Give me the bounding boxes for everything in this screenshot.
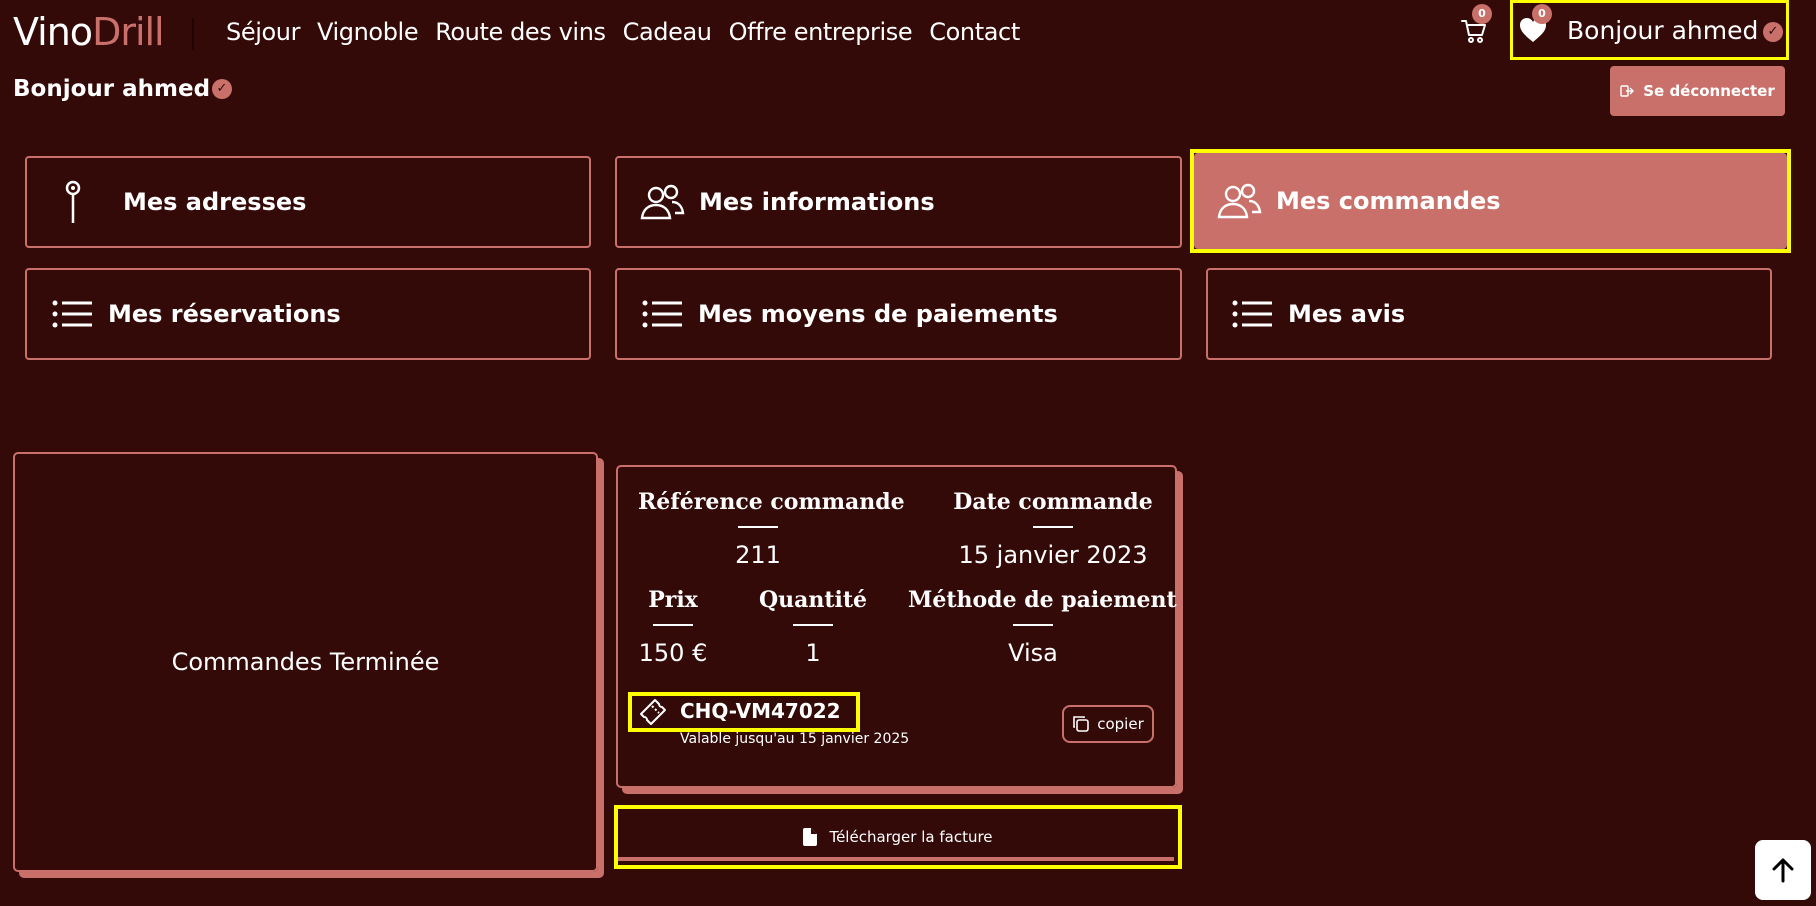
completed-orders-panel: Commandes Terminée	[13, 452, 598, 872]
wishlist-count-badge: 0	[1532, 4, 1552, 24]
divider	[1013, 624, 1053, 626]
site-logo[interactable]: VinoDrill	[13, 10, 165, 54]
list-icon	[52, 300, 92, 328]
divider	[738, 526, 778, 528]
order-date-value: 15 janvier 2023	[958, 541, 1148, 569]
nav-sejour[interactable]: Séjour	[226, 14, 300, 50]
divider	[1033, 526, 1073, 528]
file-icon	[803, 828, 818, 846]
tile-mes-commandes[interactable]: Mes commandes	[1194, 153, 1787, 249]
coupon-code[interactable]: CHQ-VM47022	[680, 697, 841, 725]
ticket-icon	[638, 697, 668, 727]
nav-vignoble[interactable]: Vignoble	[317, 14, 419, 50]
logout-button[interactable]: Se déconnecter	[1610, 66, 1785, 116]
order-ref-label: Référence commande	[638, 489, 905, 515]
arrow-up-icon	[1772, 858, 1794, 883]
header-greeting: Bonjour ahmed	[1567, 16, 1759, 45]
nav-cadeau[interactable]: Cadeau	[623, 14, 712, 50]
tile-mes-reservations[interactable]: Mes réservations	[25, 268, 591, 360]
tile-label: Mes moyens de paiements	[698, 300, 1058, 328]
tile-label: Mes informations	[699, 188, 935, 216]
tile-label: Mes adresses	[123, 188, 307, 216]
users-icon	[640, 184, 685, 220]
logo-part-vino: Vino	[13, 10, 93, 54]
completed-orders-label: Commandes Terminée	[171, 648, 440, 676]
user-menu[interactable]: Bonjour ahmed	[1567, 14, 1758, 48]
order-date-label: Date commande	[953, 489, 1153, 515]
list-icon	[1232, 300, 1272, 328]
order-method-value: Visa	[1008, 639, 1058, 667]
verified-icon: ✓	[212, 79, 232, 99]
order-qty-value: 1	[805, 639, 821, 667]
order-method-label: Méthode de paiement	[908, 587, 1177, 613]
nav-route-des-vins[interactable]: Route des vins	[435, 14, 606, 50]
verified-icon: ✓	[1763, 22, 1783, 42]
divider	[793, 624, 833, 626]
order-price-label: Prix	[648, 587, 698, 613]
pin-icon	[65, 180, 81, 223]
list-icon	[642, 300, 682, 328]
main-nav: Séjour Vignoble Route des vins Cadeau Of…	[226, 14, 1020, 50]
copy-label: copier	[1097, 715, 1144, 733]
header-divider	[192, 18, 194, 50]
logout-label: Se déconnecter	[1643, 82, 1775, 100]
logout-icon	[1620, 85, 1635, 97]
divider	[653, 624, 693, 626]
tile-mes-avis[interactable]: Mes avis	[1206, 268, 1772, 360]
download-invoice-button[interactable]: Télécharger la facture	[614, 805, 1182, 869]
copy-button[interactable]: copier	[1062, 705, 1154, 743]
copy-icon	[1073, 716, 1090, 732]
order-price-value: 150 €	[638, 639, 708, 667]
users-icon	[1217, 183, 1262, 219]
order-ref-value: 211	[735, 541, 781, 569]
account-greeting: Bonjour ahmed	[13, 76, 211, 102]
tile-mes-moyens-de-paiements[interactable]: Mes moyens de paiements	[615, 268, 1182, 360]
logo-part-drill: Drill	[92, 10, 165, 54]
order-qty-label: Quantité	[758, 587, 868, 613]
tile-mes-informations[interactable]: Mes informations	[615, 156, 1182, 248]
nav-offre-entreprise[interactable]: Offre entreprise	[729, 14, 913, 50]
tile-label: Mes réservations	[108, 300, 341, 328]
tile-label: Mes avis	[1288, 300, 1406, 328]
tile-label: Mes commandes	[1276, 187, 1501, 215]
download-invoice-label: Télécharger la facture	[829, 828, 993, 846]
tile-mes-adresses[interactable]: Mes adresses	[25, 156, 591, 248]
nav-contact[interactable]: Contact	[929, 14, 1020, 50]
cart-count-badge: 0	[1472, 4, 1492, 24]
coupon-validity: Valable jusqu'au 15 janvier 2025	[680, 731, 910, 747]
scroll-to-top-button[interactable]	[1755, 840, 1811, 900]
